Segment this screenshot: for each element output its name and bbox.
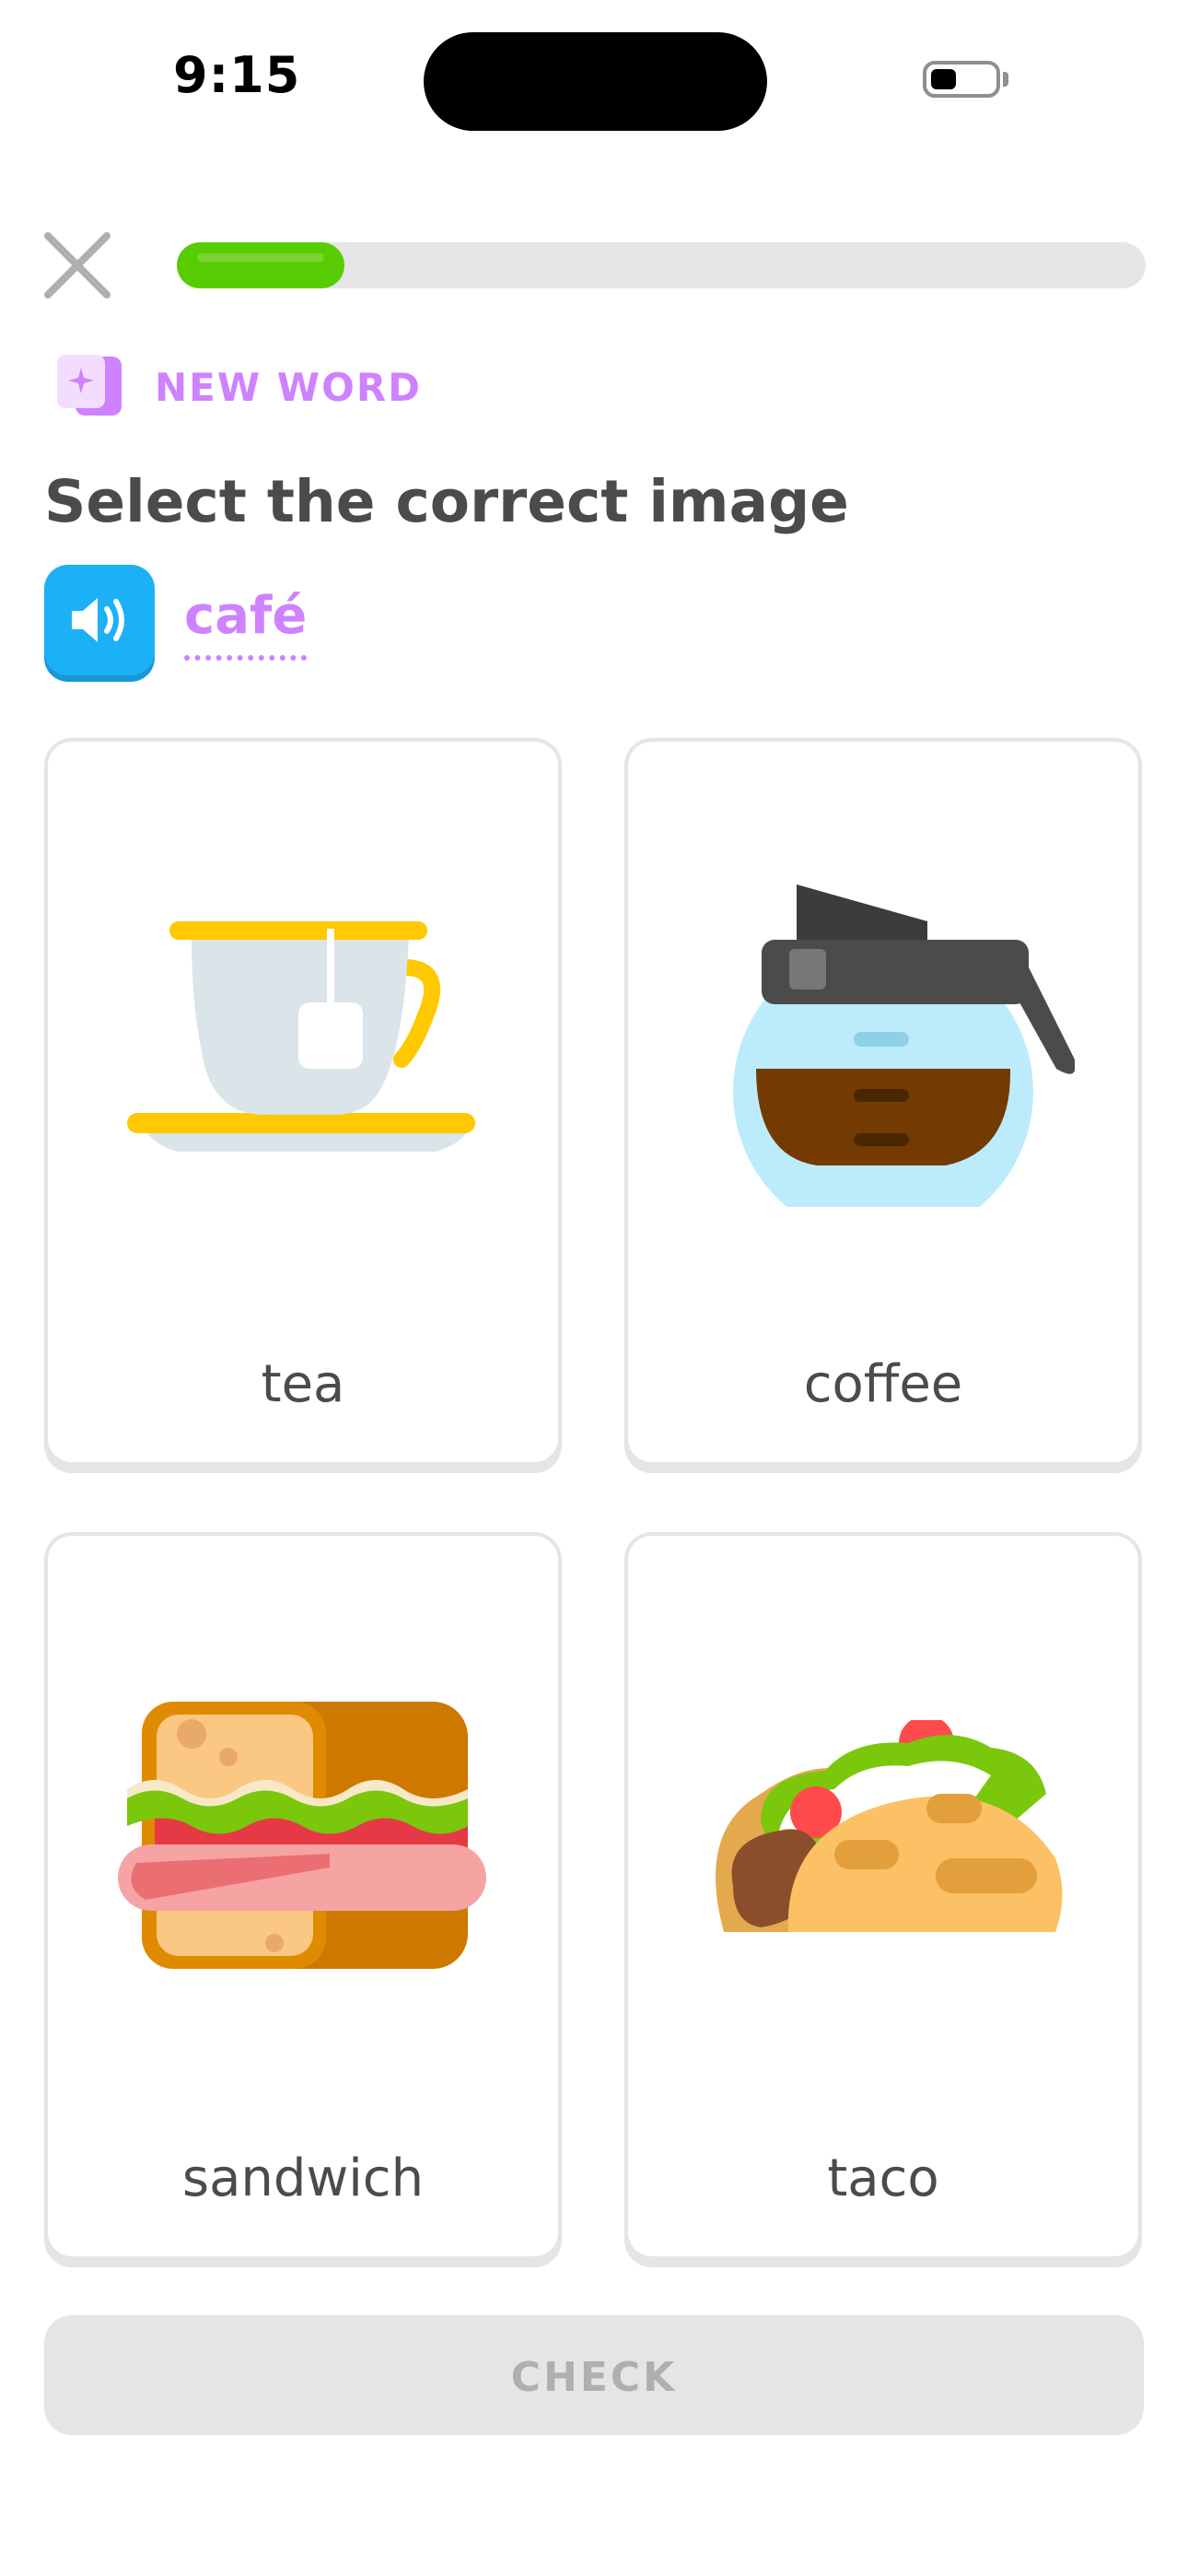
status-time: 9:15 [173, 46, 301, 104]
close-icon [44, 232, 111, 299]
close-button[interactable] [42, 230, 112, 300]
dynamic-island [424, 32, 767, 131]
check-button-label: CHECK [510, 2354, 678, 2401]
progress-shine [197, 253, 324, 262]
choice-label: tea [261, 1354, 345, 1414]
battery-tip [1003, 72, 1008, 87]
new-word-card-icon [55, 353, 125, 419]
battery-icon [923, 61, 1000, 98]
play-audio-button[interactable] [44, 565, 155, 675]
new-word-label: NEW WORD [155, 365, 423, 410]
taco-icon [716, 1720, 1063, 1932]
page-title: Select the correct image [44, 468, 849, 535]
speaker-icon [72, 598, 124, 642]
choice-label: sandwich [181, 2149, 425, 2208]
choice-label: coffee [803, 1354, 963, 1414]
choice-card-coffee[interactable]: coffee [624, 738, 1142, 1466]
choice-label: taco [827, 2149, 939, 2208]
coffee-pot-icon [733, 884, 1075, 1207]
sandwich-icon [118, 1702, 486, 1969]
check-button[interactable]: CHECK [44, 2315, 1144, 2435]
progress-fill [177, 242, 344, 288]
tea-cup-icon [127, 921, 475, 1152]
choice-card-tea[interactable]: tea [44, 738, 562, 1466]
choice-card-sandwich[interactable]: sandwich [44, 1532, 562, 2260]
choice-card-taco[interactable]: taco [624, 1532, 1142, 2260]
target-word[interactable]: café [184, 586, 308, 661]
lesson-progress-bar [177, 242, 1146, 288]
